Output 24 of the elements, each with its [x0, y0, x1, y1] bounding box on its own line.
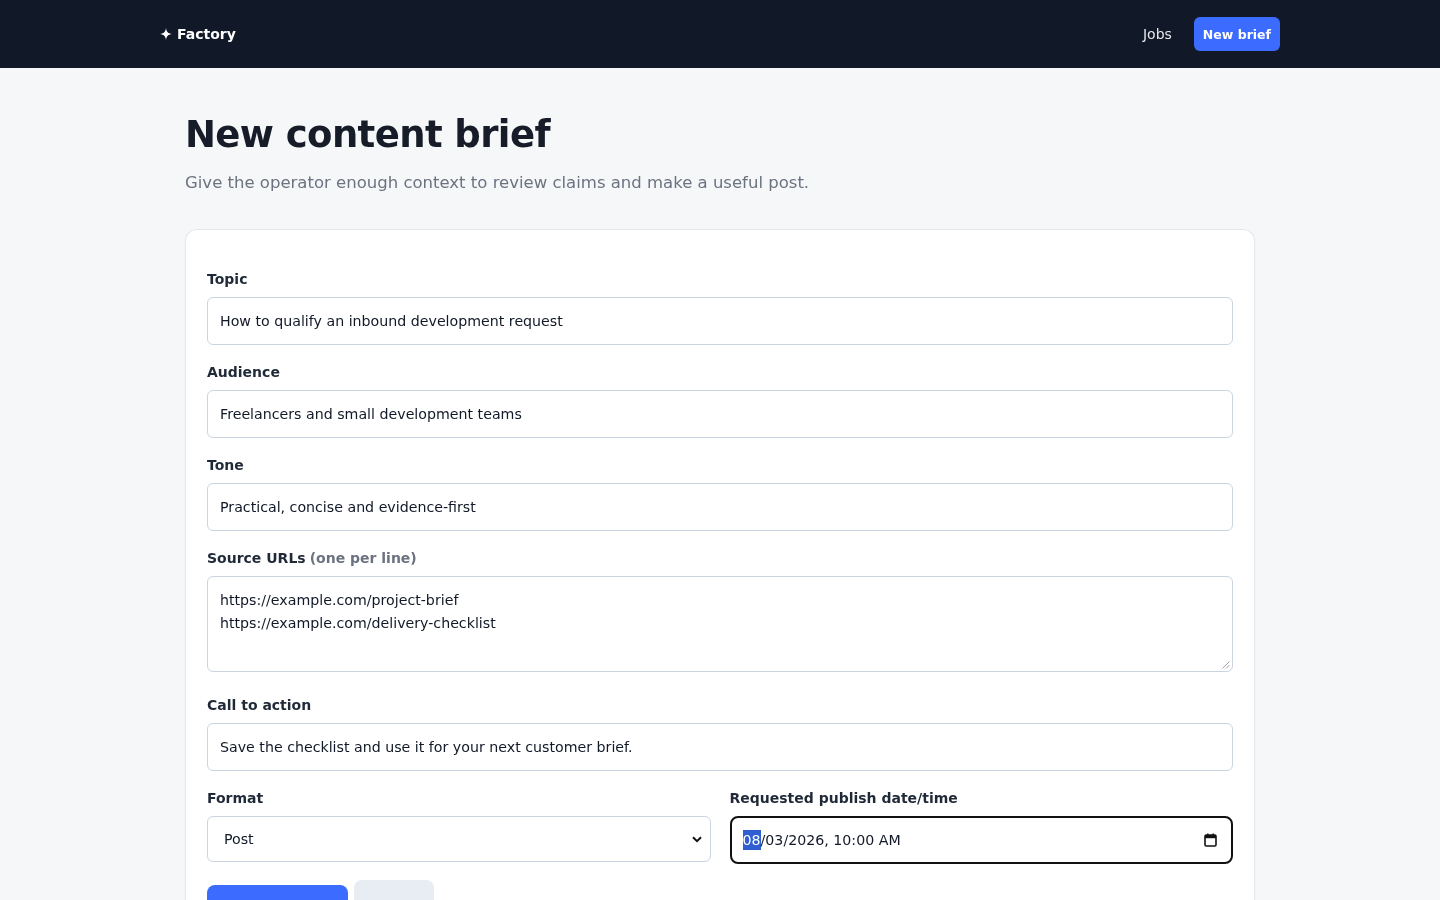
nav-link[interactable]: Jobs: [1142, 26, 1172, 42]
field-label: Audience: [207, 363, 280, 382]
text-input[interactable]: Save the checklist and use it for your next customer brief.: [207, 723, 1233, 771]
field-label: Call to action: [207, 696, 312, 715]
field-label: Tone: [207, 456, 244, 475]
text-input[interactable]: Freelancers and small development teams: [207, 390, 1233, 438]
text-input[interactable]: How to qualify an inbound development request: [207, 297, 1233, 345]
page-title: New content brief: [185, 112, 552, 158]
new-brief-button[interactable]: New brief: [1193, 17, 1280, 51]
field-label: Topic: [207, 270, 248, 289]
calendar-icon[interactable]: [1204, 833, 1217, 847]
resize-grip-icon[interactable]: [1222, 661, 1230, 669]
field-label: Format: [207, 789, 264, 808]
selected-date-segment[interactable]: 08: [742, 830, 761, 850]
text-input[interactable]: Practical, concise and evidence-first: [207, 483, 1233, 531]
field-label: Requested publish date/time: [729, 789, 958, 808]
page-subtitle: Give the operator enough context to review claims and make a useful post.: [185, 172, 811, 194]
sparkle-icon: [160, 28, 172, 40]
label-hint: (one per line): [309, 549, 417, 568]
textarea-input[interactable]: https://example.com/project-brief https://example.com/delivery-checklist: [207, 576, 1233, 672]
chevron-down-icon: [691, 835, 702, 843]
brand-name[interactable]: Factory: [177, 26, 236, 42]
format-select[interactable]: Post: [207, 816, 711, 862]
field-label: Source URLs: [207, 549, 306, 568]
